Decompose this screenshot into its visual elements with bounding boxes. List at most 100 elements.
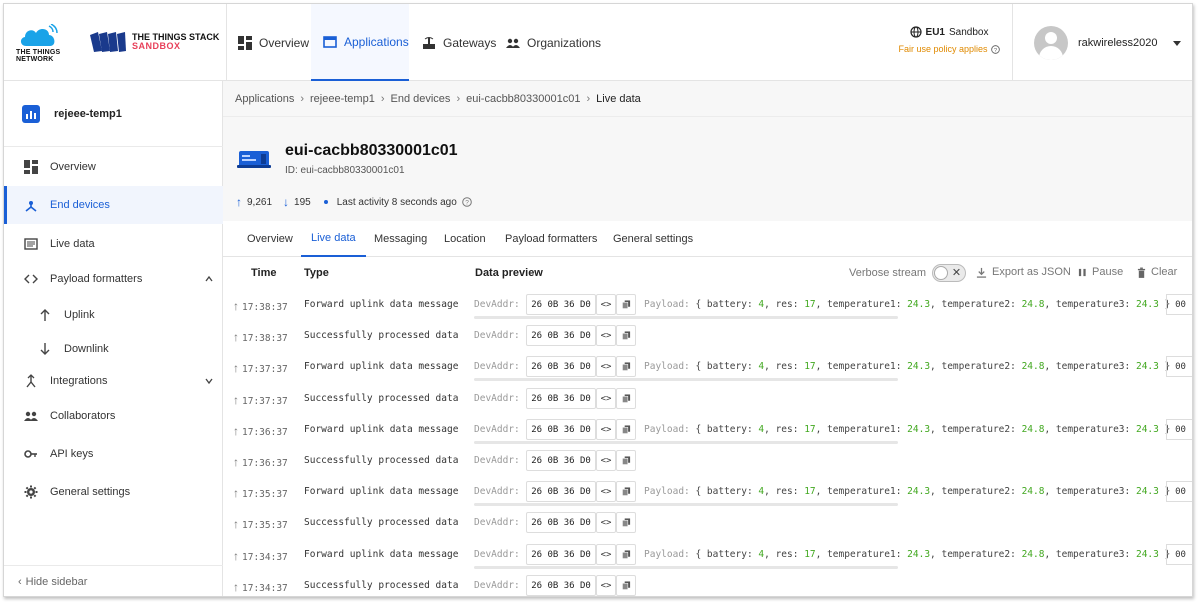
copy-icon[interactable] [616,419,636,440]
nav-applications-label: Applications [344,34,409,49]
sidebar-item-overview[interactable]: Overview [4,148,223,186]
byte-format-toggle-icon[interactable]: <> [596,356,616,377]
copy-icon[interactable] [616,294,636,315]
byte-format-toggle-icon[interactable]: <> [596,544,616,565]
pause-label: Pause [1092,266,1124,278]
tab-overview[interactable]: Overview [237,221,303,257]
raw-payload-value: 00 [1166,419,1192,440]
copy-icon[interactable] [616,325,636,346]
row-scrollbar[interactable] [474,316,898,319]
tab-messaging[interactable]: Messaging [364,221,437,257]
byte-format-toggle-icon[interactable]: <> [596,450,616,471]
sidebar-app-header[interactable]: rejeee-temp1 [4,81,223,147]
arrow-up-icon: ↑ [233,517,239,531]
device-stats: ↑ 9,261 ↓ 195 Last activity 8 seconds ag… [236,195,472,209]
breadcrumb-end-devices[interactable]: End devices [391,93,451,105]
copy-icon[interactable] [616,544,636,565]
main-content: Applications › rejeee-temp1 › End devices ›… [223,81,1192,596]
table-row[interactable]: ↑ 17:36:37 Forward uplink data message DevA… [223,414,1192,445]
sidebar-item-live-data[interactable]: Live data [4,225,223,263]
table-row[interactable]: ↑ 17:36:37 Successfully processed data … De… [223,445,1192,476]
payload-temperature3: 24.3 [1135,486,1159,497]
copy-icon[interactable] [616,450,636,471]
row-scrollbar[interactable] [474,378,898,381]
devaddr-label: DevAddr: [474,517,520,528]
devaddr-label: DevAddr: [474,393,520,404]
event-type: Successfully processed data … [304,580,464,591]
event-time: ↑ 17:38:37 [233,330,288,344]
byte-format-toggle-icon[interactable]: <> [596,419,616,440]
devaddr-label: DevAddr: [474,299,520,310]
payload-preview: Payload: { battery: 4, res: 17, temperat… [644,486,1171,497]
clear-button[interactable]: Clear [1137,266,1177,278]
sidebar-item-collaborators[interactable]: Collaborators [4,397,223,435]
copy-icon[interactable] [616,356,636,377]
payload-temperature1: 24.3 [907,486,931,497]
chevron-right-icon: › [586,92,591,105]
table-row[interactable]: ↑ 17:35:37 Forward uplink data message DevA… [223,476,1192,507]
breadcrumb-applications[interactable]: Applications [235,93,294,105]
sidebar-item-uplink[interactable]: Uplink [4,296,223,334]
help-icon[interactable]: ? [461,197,472,207]
event-time-value: 17:35:37 [242,520,288,531]
event-type: Successfully processed data … [304,330,464,341]
sidebar-item-api-keys[interactable]: API keys [4,435,223,473]
sidebar-item-payload-formatters[interactable]: Payload formatters [4,260,223,298]
tab-location[interactable]: Location [434,221,496,257]
tab-payload-formatters[interactable]: Payload formatters [495,221,607,257]
table-row[interactable]: ↑ 17:37:37 Forward uplink data message DevA… [223,351,1192,382]
copy-icon[interactable] [616,575,636,596]
sidebar-item-integrations[interactable]: Integrations [4,362,223,400]
row-scrollbar[interactable] [474,566,898,569]
row-scrollbar[interactable] [474,503,898,506]
avatar [1034,26,1068,60]
byte-format-toggle-icon[interactable]: <> [596,481,616,502]
sidebar-item-label: End devices [50,199,110,211]
nav-organizations[interactable]: Organizations [506,4,601,81]
nav-gateways[interactable]: Gateways [422,4,496,81]
pause-button[interactable]: Pause [1078,266,1123,278]
byte-format-toggle-icon[interactable]: <> [596,294,616,315]
gateway-icon [423,36,435,49]
help-icon: ? [990,44,1000,54]
byte-format-toggle-icon[interactable]: <> [596,575,616,596]
event-time: ↑ 17:35:37 [233,517,288,531]
verbose-toggle[interactable]: ✕ [932,264,967,282]
copy-icon[interactable] [616,388,636,409]
sidebar-item-end-devices[interactable]: End devices [4,186,223,224]
table-row[interactable]: ↑ 17:38:37 Forward uplink data message DevA… [223,289,1192,320]
sidebar-item-label: Overview [50,161,96,173]
devaddr-label: DevAddr: [474,455,520,466]
breadcrumb-device[interactable]: eui-cacbb80330001c01 [466,93,580,105]
sidebar-item-label: API keys [50,448,94,460]
byte-format-toggle-icon[interactable]: <> [596,325,616,346]
sidebar-item-general-settings[interactable]: General settings [4,473,223,511]
event-time: ↑ 17:34:37 [233,580,288,594]
app-window: THE THINGS NETWORK THE THINGS STACK SAND… [3,3,1193,597]
copy-icon[interactable] [616,481,636,502]
user-menu[interactable]: rakwireless2020 [1034,26,1182,60]
tab-live-data[interactable]: Live data [301,221,366,257]
table-row[interactable]: ↑ 17:35:37 Successfully processed data … De… [223,507,1192,538]
nav-applications[interactable]: Applications [311,4,409,81]
collaborators-icon [24,411,38,421]
table-row[interactable]: ↑ 17:38:37 Successfully processed data … De… [223,320,1192,351]
cluster-info[interactable]: EU1 Sandbox Fair use policy applies ? [884,26,1014,54]
row-scrollbar[interactable] [474,441,898,444]
export-json-button[interactable]: Export as JSON [976,266,1071,278]
byte-format-toggle-icon[interactable]: <> [596,512,616,533]
ttn-logo[interactable]: THE THINGS NETWORK [16,22,60,66]
table-row[interactable]: ↑ 17:34:37 Successfully processed data … De… [223,570,1192,596]
fair-use-link[interactable]: Fair use policy applies ? [884,44,1014,54]
table-row[interactable]: ↑ 17:34:37 Forward uplink data message DevA… [223,539,1192,570]
event-type: Successfully processed data … [304,455,464,466]
byte-format-toggle-icon[interactable]: <> [596,388,616,409]
table-row[interactable]: ↑ 17:37:37 Successfully processed data … De… [223,383,1192,414]
tab-general-settings[interactable]: General settings [603,221,703,257]
arrow-up-icon: ↑ [233,393,239,407]
copy-icon[interactable] [616,512,636,533]
arrow-up-icon: ↑ [233,424,239,438]
breadcrumb-application[interactable]: rejeee-temp1 [310,93,375,105]
hide-sidebar-button[interactable]: ‹ Hide sidebar [4,565,223,596]
nav-overview[interactable]: Overview [238,4,309,81]
